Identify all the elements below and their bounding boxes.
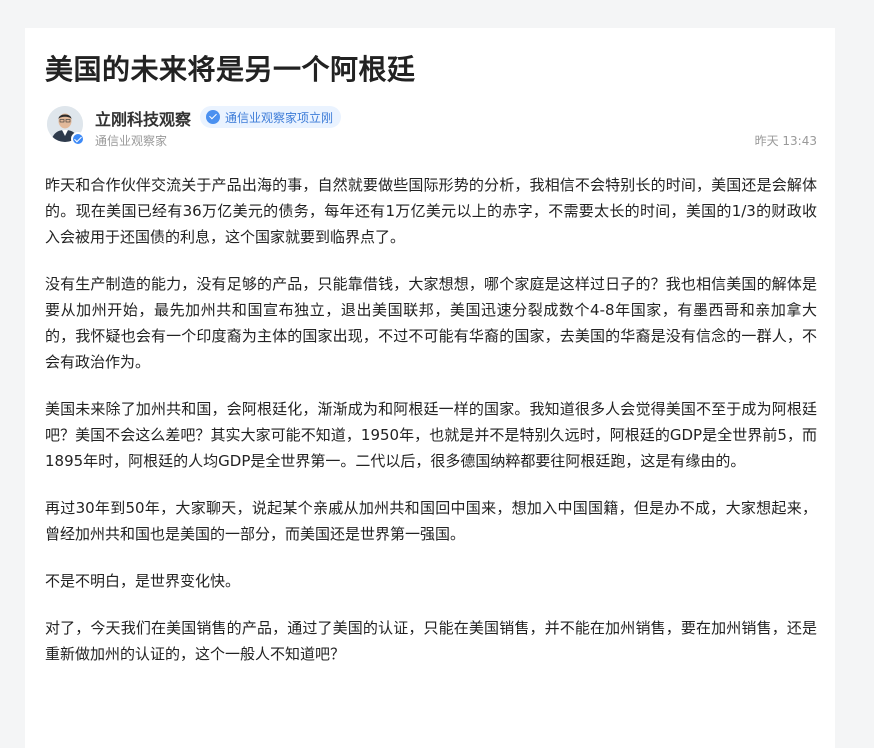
article-card: 美国的未来将是另一个阿根廷 立刚科技观察 通信业观察家项立刚 通信业观察家 昨天… bbox=[25, 28, 835, 748]
paragraph: 没有生产制造的能力，没有足够的产品，只能靠借钱，大家想想，哪个家庭是这样过日子的… bbox=[45, 275, 817, 371]
paragraph: 不是不明白，是世界变化快。 bbox=[45, 572, 241, 590]
verified-badge-icon bbox=[206, 110, 220, 124]
paragraph: 美国未来除了加州共和国，会阿根廷化，渐渐成为和阿根廷一样的国家。我知道很多人会觉… bbox=[45, 400, 817, 470]
verified-check-icon bbox=[71, 132, 85, 146]
publish-time: 昨天 13:43 bbox=[754, 134, 817, 148]
paragraph: 再过30年到50年，大家聊天，说起某个亲戚从加州共和国回中国来，想加入中国国籍，… bbox=[45, 499, 817, 543]
author-badge[interactable]: 通信业观察家项立刚 bbox=[200, 106, 342, 128]
author-name[interactable]: 立刚科技观察 bbox=[95, 106, 191, 130]
author-subtitle: 通信业观察家 bbox=[95, 134, 168, 148]
author-bar: 立刚科技观察 通信业观察家项立刚 通信业观察家 昨天 13:43 bbox=[47, 104, 817, 150]
paragraph: 昨天和合作伙伴交流关于产品出海的事，自然就要做些国际形势的分析，我相信不会特别长… bbox=[45, 176, 817, 246]
paragraph: 对了，今天我们在美国销售的产品，通过了美国的认证，只能在美国销售，并不能在加州销… bbox=[45, 619, 817, 663]
article-title: 美国的未来将是另一个阿根廷 bbox=[45, 53, 416, 86]
author-badge-label: 通信业观察家项立刚 bbox=[225, 110, 334, 125]
article-body: 昨天和合作伙伴交流关于产品出海的事，自然就要做些国际形势的分析，我相信不会特别长… bbox=[45, 172, 817, 688]
